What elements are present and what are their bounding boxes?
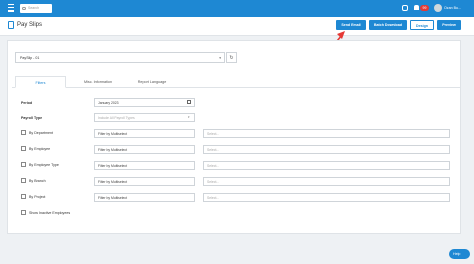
employee-type-select[interactable]: Select... (203, 161, 450, 170)
payroll-type-select[interactable]: Include All Payroll Types (94, 113, 195, 122)
calendar-icon[interactable] (187, 100, 191, 104)
project-multiselect[interactable]: Filter by Multiselect (94, 193, 195, 202)
period-label: Period (21, 101, 33, 105)
chevron-down-icon: ▾ (219, 56, 221, 60)
department-multiselect[interactable]: Filter by Multiselect (94, 129, 195, 138)
period-input[interactable]: January 2023 (94, 98, 195, 107)
tab-misc-information[interactable]: Misc. Information (72, 76, 124, 88)
by-employee-checkbox[interactable] (21, 146, 26, 151)
help-button[interactable]: Help (449, 249, 470, 259)
branch-multiselect[interactable]: Filter by Multiselect (94, 177, 195, 186)
by-department-checkbox[interactable] (21, 130, 26, 135)
employee-multiselect[interactable]: Filter by Multiselect (94, 145, 195, 154)
branch-select[interactable]: Select... (203, 177, 450, 186)
department-select[interactable]: Select... (203, 129, 450, 138)
help-label: Help (453, 252, 461, 256)
tab-filters[interactable]: Filters (15, 76, 66, 88)
by-project-label: By Project (29, 195, 46, 199)
employee-select[interactable]: Select... (203, 145, 450, 154)
by-branch-label: By Branch (29, 179, 46, 183)
tab-report-language[interactable]: Report Language (128, 76, 176, 88)
by-project-checkbox[interactable] (21, 194, 26, 199)
refresh-icon[interactable]: ↻ (226, 52, 237, 63)
by-department-label: By Department (29, 131, 53, 135)
employee-type-multiselect[interactable]: Filter by Multiselect (94, 161, 195, 170)
chevron-down-icon: ▾ (188, 115, 190, 119)
payslip-select[interactable]: PaySlip - 01 ▾ (15, 52, 225, 63)
by-employee-type-label: By Employee Type (29, 163, 59, 167)
project-select[interactable]: Select... (203, 193, 450, 202)
by-employee-type-checkbox[interactable] (21, 162, 26, 167)
main-panel: PaySlip - 01 ▾ ↻ Filters Misc. Informati… (7, 40, 461, 234)
show-inactive-label: Show Inactive Employees (29, 211, 71, 215)
by-employee-label: By Employee (29, 147, 51, 151)
payroll-type-label: Payroll Type (21, 116, 43, 120)
show-inactive-checkbox[interactable] (21, 210, 26, 215)
tab-bar: Filters Misc. Information Report Languag… (12, 76, 460, 88)
by-branch-checkbox[interactable] (21, 178, 26, 183)
payslip-selected-value: PaySlip - 01 (20, 56, 40, 60)
